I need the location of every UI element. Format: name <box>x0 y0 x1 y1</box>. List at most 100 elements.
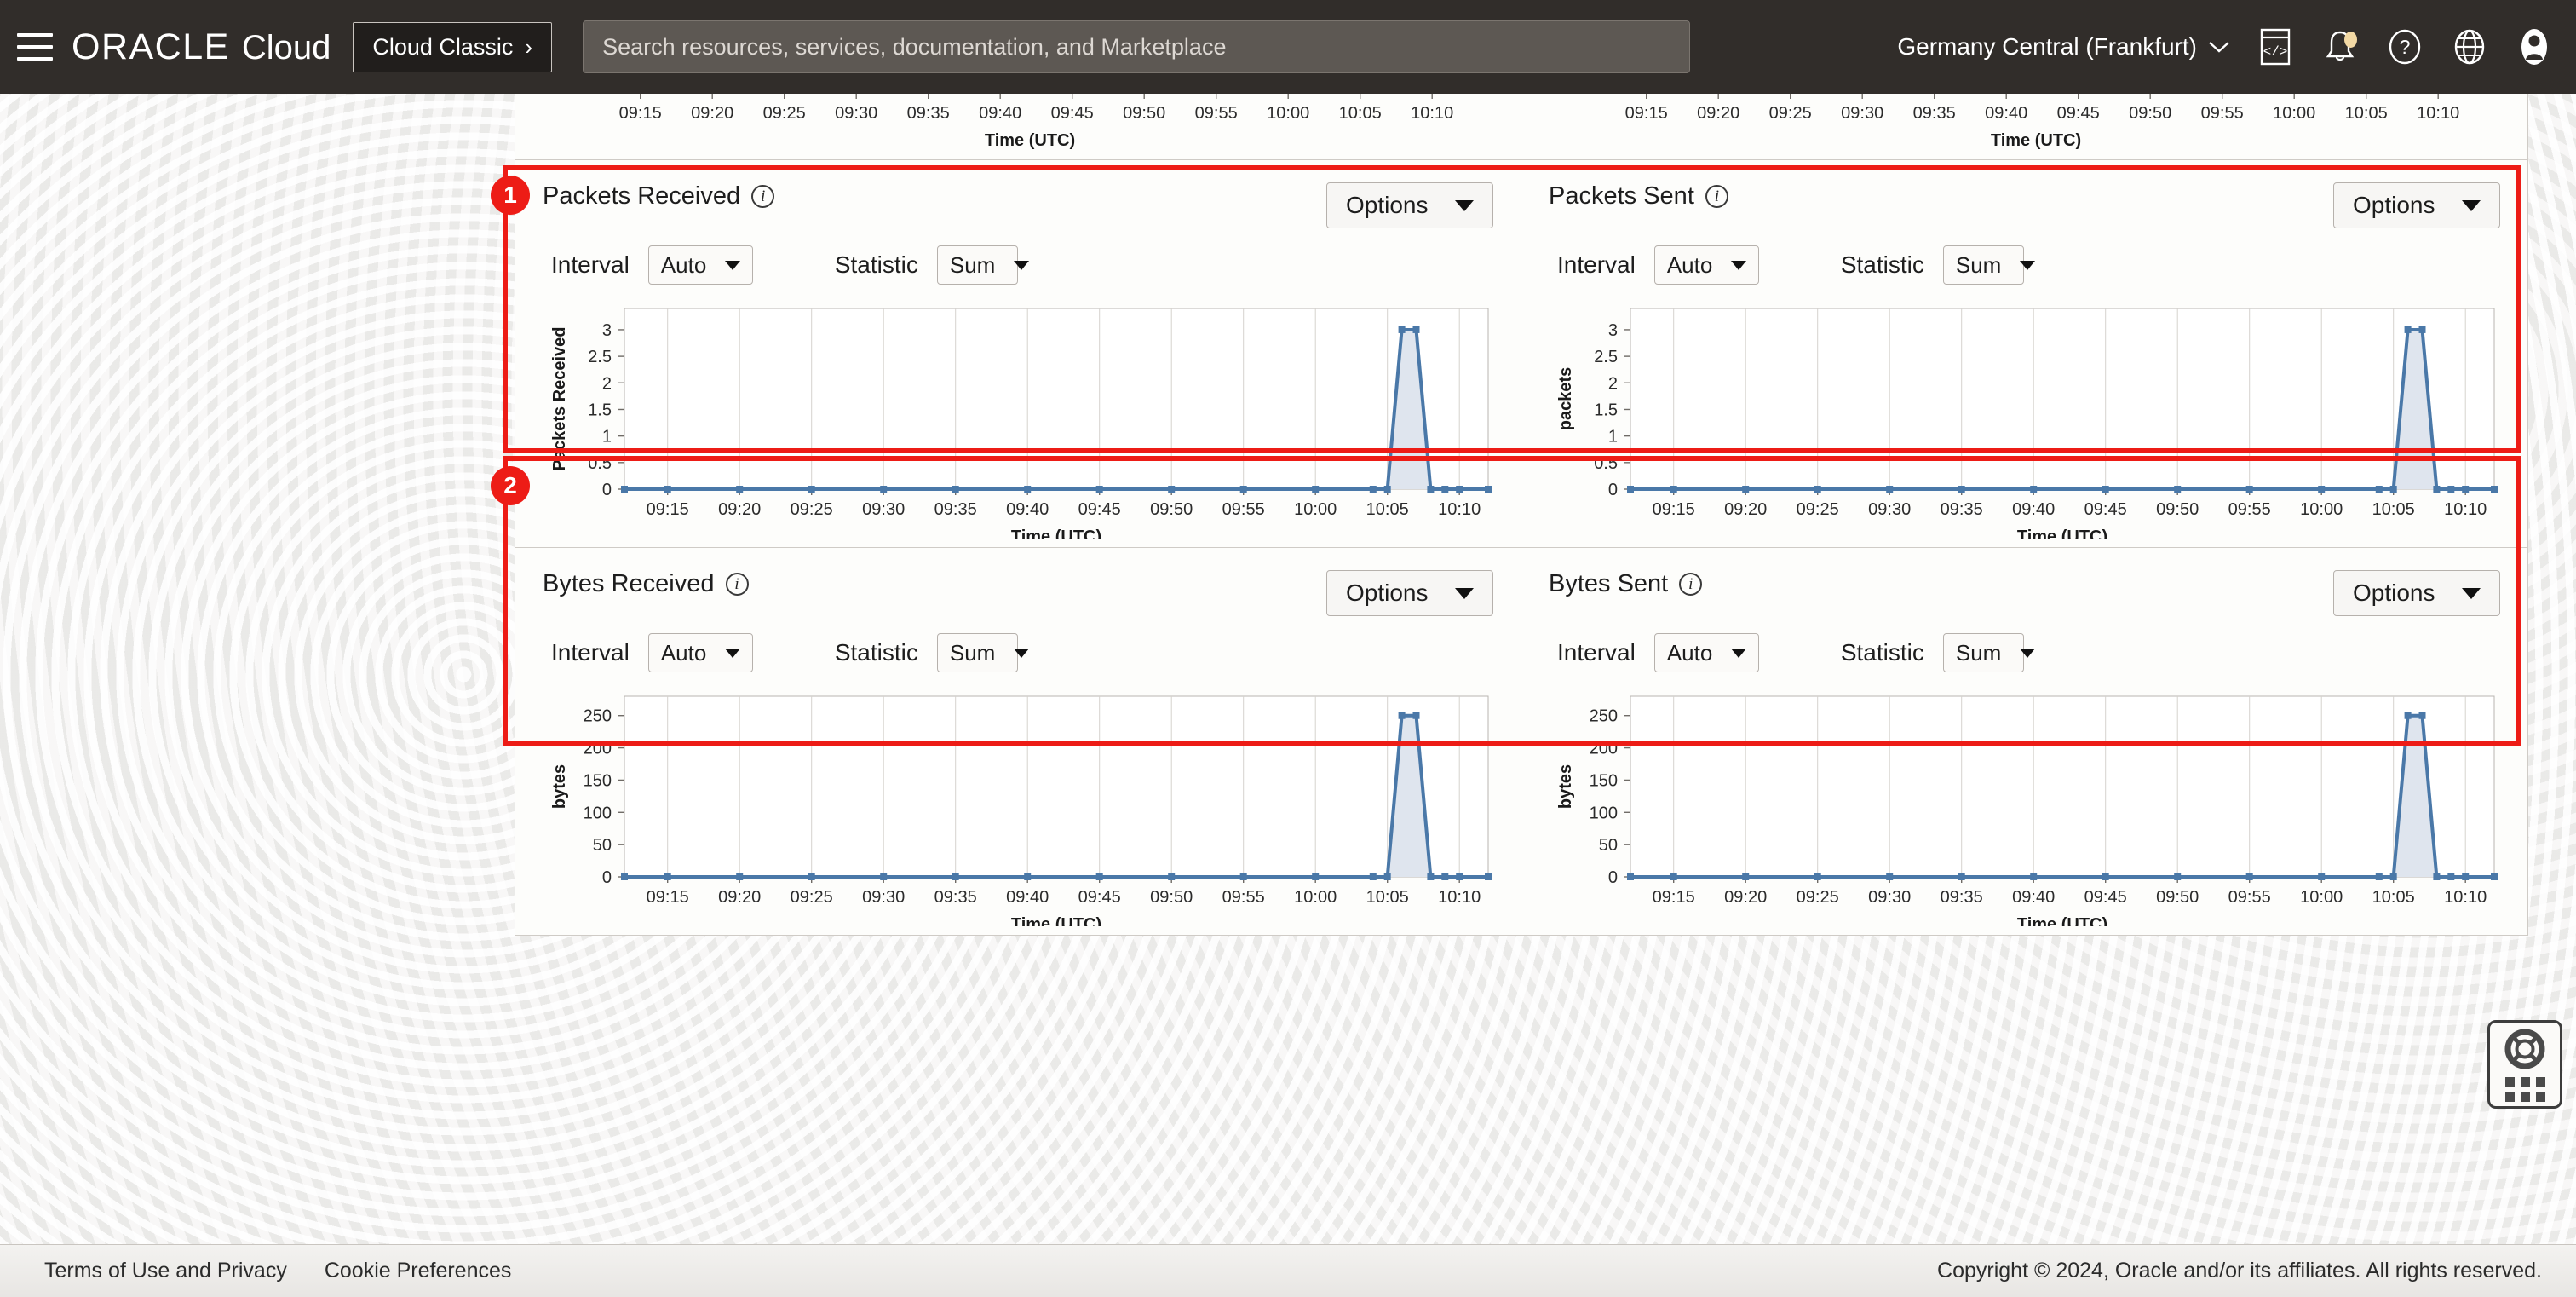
cookie-preferences-link[interactable]: Cookie Preferences <box>325 1259 512 1283</box>
help-floating-widget[interactable] <box>2487 1020 2562 1109</box>
svg-text:250: 250 <box>584 707 612 726</box>
svg-text:0: 0 <box>1608 481 1618 499</box>
svg-text:09:15: 09:15 <box>619 104 662 123</box>
svg-text:09:50: 09:50 <box>2129 104 2171 123</box>
interval-label: Interval <box>1557 639 1636 666</box>
panel-controls: Interval Auto Statistic Sum <box>1549 633 2500 672</box>
options-button[interactable]: Options <box>2333 182 2500 228</box>
panel-bytes-sent: Bytes Sent i Options Interval Auto Stati… <box>1521 548 2528 936</box>
chevron-down-icon <box>2020 260 2036 270</box>
options-label: Options <box>1346 579 1429 606</box>
interval-label: Interval <box>551 639 630 666</box>
info-icon[interactable]: i <box>725 573 749 596</box>
panel-title-text: Packets Sent <box>1549 182 1694 210</box>
brand-cloud-text: Cloud <box>241 28 331 66</box>
panel-header: Packets Received i Options <box>543 160 1493 228</box>
svg-text:09:35: 09:35 <box>1941 500 1983 519</box>
statistic-value: Sum <box>1955 251 2002 278</box>
interval-value: Auto <box>660 251 707 278</box>
svg-text:250: 250 <box>1590 707 1618 726</box>
cloud-classic-button[interactable]: Cloud Classic › <box>353 21 553 72</box>
svg-text:09:35: 09:35 <box>1913 104 1956 123</box>
clipped-xaxis-title-left: Time (UTC) <box>985 131 1075 150</box>
svg-text:10:05: 10:05 <box>1366 500 1409 519</box>
svg-text:09:50: 09:50 <box>2156 888 2199 907</box>
cloud-shell-icon[interactable]: </> <box>2256 27 2295 66</box>
statistic-select[interactable]: Sum <box>936 633 1030 672</box>
svg-text:150: 150 <box>584 771 612 790</box>
chart-bytes-sent[interactable]: 09:15 09:20 09:25 09:30 09:35 09:40 09:45 09:50… <box>1549 688 2501 926</box>
annotation-badge-2: 2 <box>491 466 530 505</box>
svg-text:Time (UTC): Time (UTC) <box>2017 527 2107 539</box>
interval-label: Interval <box>1557 251 1636 278</box>
panel-title-text: Packets Received <box>543 182 741 210</box>
info-icon[interactable]: i <box>751 185 775 208</box>
svg-text:10:10: 10:10 <box>1438 888 1481 907</box>
svg-text:09:15: 09:15 <box>1653 500 1695 519</box>
options-button[interactable]: Options <box>1326 182 1493 228</box>
panel-bytes-received: Bytes Received i Options Interval Auto S… <box>515 548 1521 936</box>
statistic-select[interactable]: Sum <box>1942 633 2036 672</box>
statistic-select[interactable]: Sum <box>1942 245 2036 285</box>
chart-bytes-received[interactable]: 09:15 09:20 09:25 09:30 09:35 09:40 09:45 09:50… <box>543 688 1495 926</box>
svg-text:09:15: 09:15 <box>1625 104 1668 123</box>
svg-text:09:25: 09:25 <box>763 104 806 123</box>
svg-text:10:05: 10:05 <box>1339 104 1382 123</box>
svg-text:09:30: 09:30 <box>1841 104 1883 123</box>
chevron-down-icon <box>1455 587 1474 599</box>
panel-header: Packets Sent i Options <box>1549 160 2500 228</box>
svg-text:09:55: 09:55 <box>1222 888 1265 907</box>
svg-text:2.5: 2.5 <box>1594 348 1618 366</box>
svg-text:150: 150 <box>1590 771 1618 790</box>
svg-text:</>: </> <box>2263 44 2288 60</box>
svg-text:10:00: 10:00 <box>1267 104 1309 123</box>
chevron-right-icon: › <box>525 34 533 60</box>
info-icon[interactable]: i <box>1705 185 1728 208</box>
search-input[interactable] <box>583 20 1691 73</box>
chevron-down-icon <box>1731 260 1747 270</box>
panel-header: Bytes Received i Options <box>543 548 1493 616</box>
statistic-value: Sum <box>949 251 996 278</box>
help-question-icon[interactable]: ? <box>2385 27 2424 66</box>
metrics-charts-canvas: 09:15 09:20 09:25 09:30 09:35 09:40 09:45 09:50… <box>515 94 2528 1274</box>
terms-link[interactable]: Terms of Use and Privacy <box>44 1259 287 1283</box>
interval-select[interactable]: Auto <box>647 633 753 672</box>
chart-packets-received[interactable]: 09:15 09:20 09:25 09:30 09:35 09:40 09:45 09:50… <box>543 300 1495 539</box>
svg-text:0.5: 0.5 <box>1594 454 1618 473</box>
svg-text:09:40: 09:40 <box>1006 888 1049 907</box>
footer-links: Terms of Use and Privacy Cookie Preferen… <box>44 1259 511 1283</box>
panel-title-row: Packets Received i <box>543 182 775 210</box>
chart-body: 09:15 09:20 09:25 09:30 09:35 09:40 09:45 09:50… <box>543 672 1493 935</box>
chart-grid: 09:15 09:20 09:25 09:30 09:35 09:40 09:45 09:50… <box>515 94 2528 936</box>
svg-text:09:55: 09:55 <box>1195 104 1238 123</box>
svg-text:09:40: 09:40 <box>2012 500 2055 519</box>
svg-text:09:50: 09:50 <box>2156 500 2199 519</box>
panel-title-row: Bytes Received i <box>543 570 749 598</box>
options-label: Options <box>2353 192 2435 218</box>
language-globe-icon[interactable] <box>2450 27 2489 66</box>
statistic-select[interactable]: Sum <box>936 245 1030 285</box>
panel-packets-received: Packets Received i Options Interval Auto… <box>515 160 1521 548</box>
hamburger-menu-icon[interactable] <box>17 33 53 61</box>
region-selector[interactable]: Germany Central (Frankfurt) <box>1897 33 2230 61</box>
svg-text:packets: packets <box>1556 367 1575 431</box>
interval-select[interactable]: Auto <box>647 245 753 285</box>
chart-packets-sent[interactable]: 09:15 09:20 09:25 09:30 09:35 09:40 09:45 09:50… <box>1549 300 2501 539</box>
statistic-value: Sum <box>949 639 996 666</box>
svg-text:Time (UTC): Time (UTC) <box>1011 915 1101 926</box>
svg-text:09:20: 09:20 <box>1724 500 1767 519</box>
svg-text:2: 2 <box>1608 374 1618 393</box>
user-avatar-icon[interactable] <box>2515 27 2554 66</box>
options-button[interactable]: Options <box>2333 570 2500 616</box>
interval-select[interactable]: Auto <box>1653 633 1759 672</box>
svg-text:09:20: 09:20 <box>691 104 733 123</box>
chevron-down-icon <box>2462 587 2481 599</box>
svg-text:0: 0 <box>1608 868 1618 887</box>
svg-text:09:20: 09:20 <box>718 888 761 907</box>
notification-badge <box>2344 32 2357 48</box>
svg-text:09:30: 09:30 <box>1868 500 1911 519</box>
options-button[interactable]: Options <box>1326 570 1493 616</box>
interval-select[interactable]: Auto <box>1653 245 1759 285</box>
notifications-bell-icon[interactable] <box>2320 27 2360 66</box>
info-icon[interactable]: i <box>1679 573 1703 596</box>
